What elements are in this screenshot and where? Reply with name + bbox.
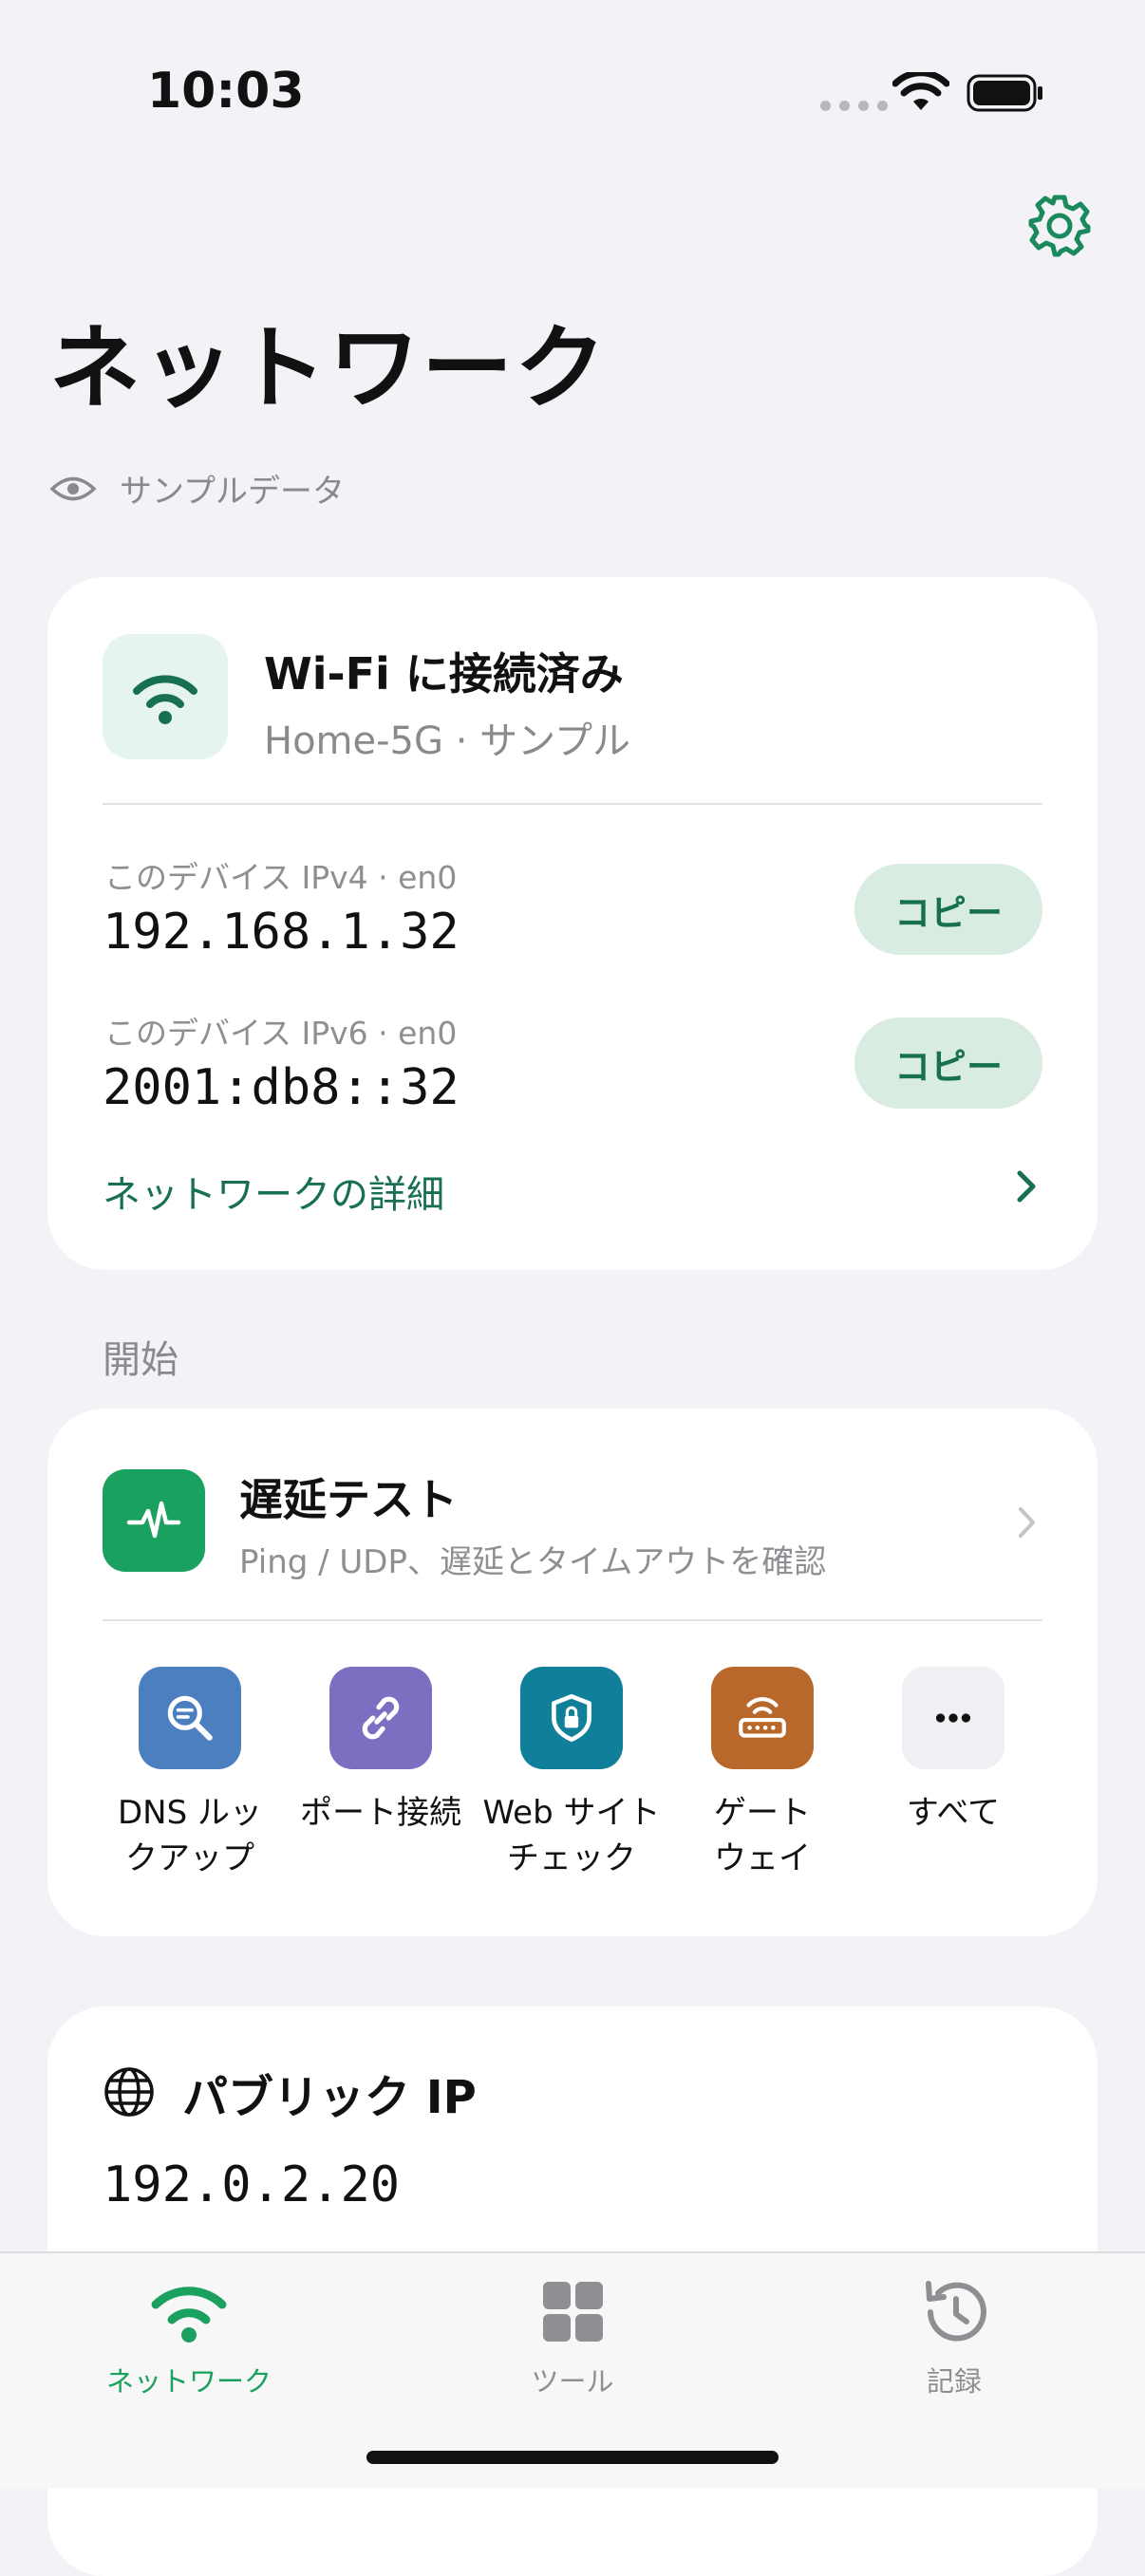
tool-label: ポート接続: [300, 1794, 461, 1832]
tool-all[interactable]: すべて: [863, 1667, 1043, 1836]
page-title: ネットワーク: [49, 315, 608, 421]
latency-test-subtitle: Ping / UDP、遅延とタイムアウトを確認: [239, 1543, 827, 1581]
tool-website-check[interactable]: Web サイト チェック: [481, 1667, 662, 1881]
tab-network[interactable]: ネットワーク: [75, 2276, 303, 2399]
connection-title: Wi-Fi に接続済み: [264, 648, 624, 700]
settings-gear-icon[interactable]: [1025, 192, 1094, 260]
more-icon: [902, 1667, 1004, 1769]
tab-label-history: 記録: [926, 2365, 982, 2398]
sample-data-indicator: サンプルデータ: [49, 465, 345, 512]
tab-tools[interactable]: ツール: [459, 2276, 686, 2399]
ipv6-value: 2001:db8::32: [103, 1059, 460, 1116]
tool-label: ゲート ウェイ: [714, 1794, 811, 1877]
wifi-icon: [133, 675, 197, 724]
tab-label-network: ネットワーク: [105, 2365, 272, 2398]
tool-label: すべて: [906, 1794, 1001, 1832]
public-ip-title: パブリック IP: [182, 2071, 477, 2124]
link-icon: [329, 1667, 432, 1769]
chevron-right-icon[interactable]: [1016, 1503, 1039, 1541]
wifi-status-icon: [892, 72, 949, 110]
eye-icon: [49, 476, 97, 500]
connection-card: Wi-Fi に接続済み Home-5G · サンプル このデバイス IPv4 ·…: [47, 577, 1098, 1270]
tool-port-connect[interactable]: ポート接続: [291, 1667, 471, 1836]
wifi-tab-icon: [151, 2287, 227, 2343]
ipv6-label: このデバイス IPv6 · en0: [104, 1015, 458, 1052]
tool-label: DNS ルッ クアップ: [117, 1794, 262, 1877]
sample-data-label: サンプルデータ: [120, 473, 345, 511]
signal-dots-icon: [820, 101, 888, 111]
tab-history[interactable]: 記録: [840, 2276, 1068, 2399]
router-icon: [711, 1667, 814, 1769]
pulse-icon: [126, 1501, 181, 1539]
ipv4-value: 192.168.1.32: [103, 904, 460, 961]
status-time: 10:03: [147, 63, 305, 120]
latency-test-title[interactable]: 遅延テスト: [239, 1465, 458, 1528]
divider: [103, 1619, 1042, 1621]
tool-label: Web サイト チェック: [482, 1794, 661, 1877]
ipv4-label: このデバイス IPv4 · en0: [104, 859, 458, 896]
wifi-tile: [103, 634, 228, 759]
grid-icon: [543, 2282, 603, 2342]
connection-subtitle: Home-5G · サンプル: [264, 719, 630, 763]
divider: [103, 803, 1042, 805]
copy-ipv6-button[interactable]: コピー: [854, 1017, 1042, 1109]
latency-tile[interactable]: [103, 1469, 205, 1572]
tool-dns-lookup[interactable]: DNS ルッ クアップ: [100, 1667, 280, 1881]
tool-gateway[interactable]: ゲート ウェイ: [672, 1667, 853, 1881]
network-details-link[interactable]: ネットワークの詳細: [103, 1164, 444, 1219]
battery-icon: [967, 74, 1042, 112]
copy-ipv4-button[interactable]: コピー: [854, 864, 1042, 955]
history-clock-icon: [926, 2281, 986, 2342]
chevron-right-icon[interactable]: [1012, 1166, 1041, 1207]
globe-icon: [104, 2067, 154, 2117]
shield-lock-icon: [520, 1667, 623, 1769]
start-card: 遅延テスト Ping / UDP、遅延とタイムアウトを確認 DNS ルッ クアップ…: [47, 1409, 1098, 1936]
tab-label-tools: ツール: [531, 2365, 614, 2398]
home-indicator: [366, 2451, 779, 2464]
section-label-start: 開始: [103, 1338, 178, 1382]
public-ip-value: 192.0.2.20: [103, 2156, 401, 2213]
dns-lookup-icon: [139, 1667, 241, 1769]
